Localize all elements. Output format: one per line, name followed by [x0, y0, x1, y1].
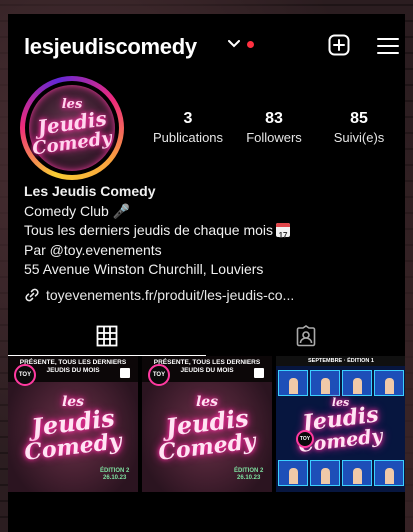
tagged-icon [296, 325, 316, 347]
person-figure [353, 378, 362, 394]
carousel-icon [254, 368, 264, 378]
edition-label: ÉDITION 2 [100, 468, 130, 474]
menu-icon[interactable] [377, 36, 399, 56]
person-figure [321, 378, 330, 394]
bio: Les Jeudis Comedy Comedy Club 🎤 Tous les… [24, 182, 394, 280]
collage-photo [374, 460, 404, 486]
category-label: Comedy Club 🎤 [24, 202, 131, 219]
bottom-area [8, 492, 405, 532]
avatar: les Jeudis Comedy [25, 81, 119, 175]
following-count: 85 [350, 110, 368, 127]
instagram-profile-screen: lesjeudiscomedy les Jeudis Comedy 3 Publ… [8, 14, 405, 532]
edition-label: ÉDITION 2 [234, 468, 264, 474]
chevron-down-icon[interactable] [228, 40, 240, 48]
toy-logo: TOY [296, 430, 314, 448]
posts-label: Publications [152, 130, 224, 145]
posts-count: 3 [183, 110, 193, 127]
post-thumbnail[interactable]: SEPTEMBRE · ÉDITION 1 les Jeudis Comedy … [276, 356, 405, 492]
person-figure [321, 468, 330, 484]
collage-photo [310, 460, 340, 486]
calendar-icon: 17 [276, 223, 291, 240]
person-figure [353, 468, 362, 484]
person-figure [385, 378, 394, 394]
person-figure [385, 468, 394, 484]
toy-logo: TOY [14, 364, 36, 386]
link-icon [25, 288, 39, 302]
stat-followers[interactable]: 83 Followers [238, 110, 310, 145]
edition-date: 26.10.23 [236, 475, 261, 481]
avatar-logo: les Jeudis Comedy [29, 85, 115, 171]
profile-link-text[interactable]: toyevenements.fr/produit/les-jeudis-co..… [46, 287, 294, 303]
grid-icon [96, 325, 118, 347]
post-thumbnail[interactable]: PRÉSENTE, TOUS LES DERNIERS JEUDIS DU MO… [142, 356, 272, 492]
avatar-story-ring[interactable]: les Jeudis Comedy [20, 76, 124, 180]
collage-photo [278, 460, 308, 486]
bio-address[interactable]: 55 Avenue Winston Churchill, Louviers [24, 260, 394, 280]
post-thumbnail[interactable]: PRÉSENTE, TOUS LES DERNIERS JEUDIS DU MO… [8, 356, 138, 492]
following-label: Suivi(e)s [333, 130, 385, 145]
plus-square-icon[interactable] [328, 34, 350, 56]
tab-tagged[interactable] [207, 316, 405, 356]
collage-photo [342, 370, 372, 396]
collage-photo [374, 370, 404, 396]
person-figure [289, 378, 298, 394]
username[interactable]: lesjeudiscomedy [24, 34, 197, 60]
edition-date: 26.10.23 [102, 475, 127, 481]
collage-photo [310, 370, 340, 396]
collage-photo [278, 370, 308, 396]
stat-posts[interactable]: 3 Publications [148, 110, 228, 145]
collage-photo [342, 460, 372, 486]
display-name: Les Jeudis Comedy [24, 183, 156, 199]
followers-count: 83 [265, 110, 283, 127]
notification-dot [247, 41, 254, 48]
tab-grid[interactable] [8, 316, 206, 356]
followers-label: Followers [246, 130, 302, 145]
stat-following[interactable]: 85 Suivi(e)s [324, 110, 394, 145]
bio-text: Tous les derniers jeudis de chaque mois [24, 222, 274, 238]
posts-grid: PRÉSENTE, TOUS LES DERNIERS JEUDIS DU MO… [8, 356, 405, 492]
bio-line: Tous les derniers jeudis de chaque mois 1… [24, 221, 394, 241]
toy-logo: TOY [148, 364, 170, 386]
calendar-day: 17 [278, 231, 288, 240]
bio-mention[interactable]: Par @toy.evenements [24, 241, 394, 261]
post-header-text: SEPTEMBRE · ÉDITION 1 [276, 356, 405, 366]
person-figure [289, 468, 298, 484]
top-bar: lesjeudiscomedy [8, 14, 405, 74]
carousel-icon [120, 368, 130, 378]
post-edition: ÉDITION 2 26.10.23 [234, 468, 263, 482]
post-edition: ÉDITION 2 26.10.23 [100, 468, 129, 482]
profile-link[interactable]: toyevenements.fr/produit/les-jeudis-co..… [24, 287, 294, 303]
profile-tabs [8, 316, 405, 356]
